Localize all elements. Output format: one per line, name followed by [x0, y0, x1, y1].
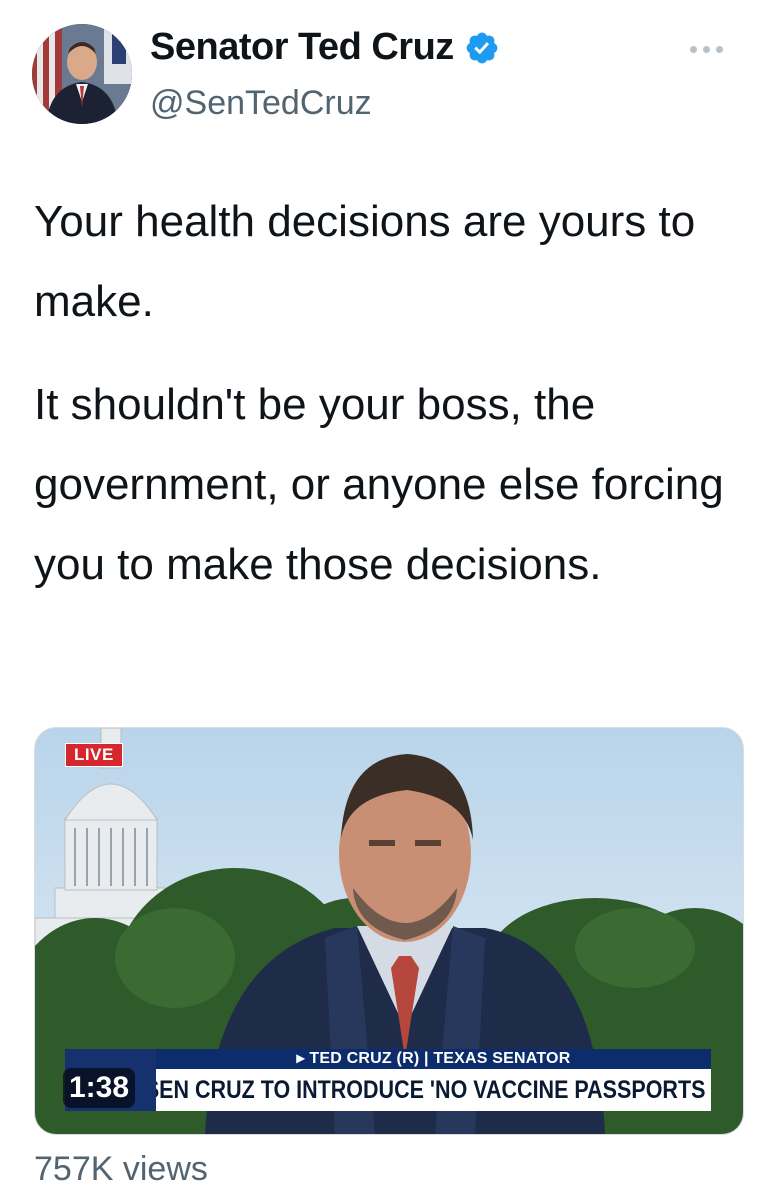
view-count[interactable]: 757K views	[34, 1150, 208, 1189]
tweet: Senator Ted Cruz @SenTedCruz Your health…	[0, 0, 766, 1200]
author-name-row: Senator Ted Cruz	[150, 26, 500, 69]
avatar-photo	[32, 24, 132, 124]
tweet-text-paragraph-2: It shouldn't be your boss, the governmen…	[34, 380, 724, 589]
author-name[interactable]: Senator Ted Cruz	[150, 26, 454, 69]
author-handle[interactable]: @SenTedCruz	[150, 84, 372, 123]
author-avatar[interactable]	[32, 24, 132, 124]
tweet-text-paragraph-1: Your health decisions are yours to make.	[34, 197, 696, 326]
more-dot	[703, 45, 710, 53]
live-badge: LIVE	[65, 743, 123, 767]
video-player[interactable]: LIVE ▸ TED CRUZ (R) | TEXAS SENATOR SEN …	[34, 727, 744, 1135]
verified-badge-icon	[466, 32, 498, 63]
more-dot	[716, 45, 723, 53]
lower-third-nameplate: ▸ TED CRUZ (R) | TEXAS SENATOR	[156, 1049, 711, 1069]
lower-third-headline-text: SEN CRUZ TO INTRODUCE 'NO VACCINE PASSPO…	[156, 1076, 711, 1104]
lower-third-headline: SEN CRUZ TO INTRODUCE 'NO VACCINE PASSPO…	[156, 1069, 711, 1111]
video-duration: 1:38	[63, 1068, 136, 1108]
more-dot	[690, 45, 697, 53]
more-options-icon[interactable]	[690, 34, 750, 64]
